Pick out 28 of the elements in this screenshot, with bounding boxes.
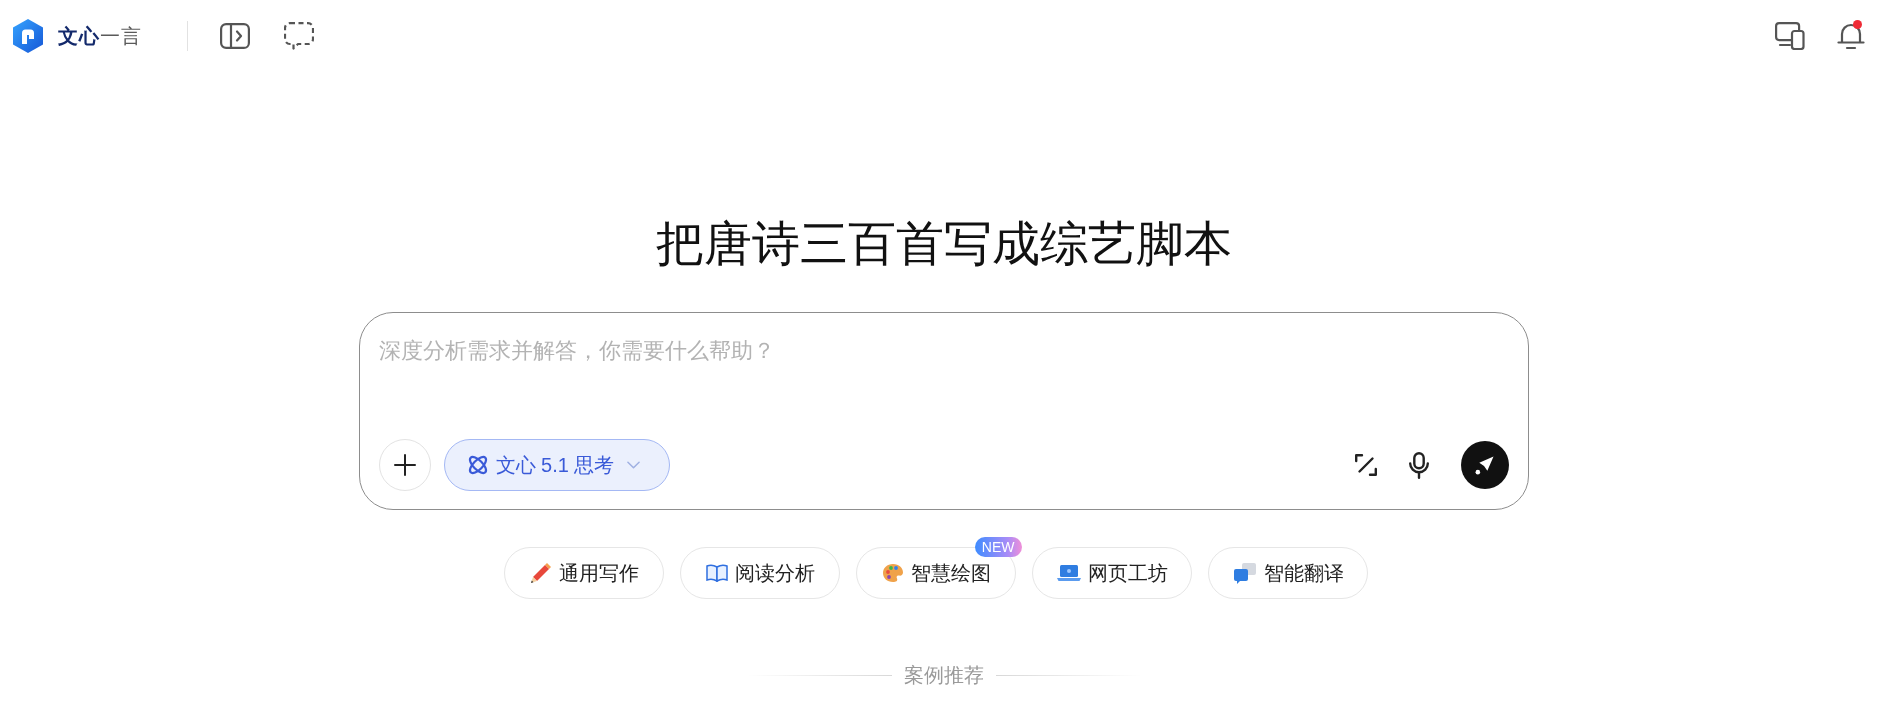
tool-button[interactable]: 通用写作 [503, 547, 664, 599]
tool-button[interactable]: 智能翻译 [1207, 547, 1368, 599]
loops-icon [467, 455, 488, 475]
chat-bubble-icon[interactable] [284, 22, 314, 50]
corner-slash-icon[interactable] [1354, 454, 1377, 476]
plus-icon [393, 454, 416, 476]
feature-badge: NEW [974, 537, 1022, 557]
section-heading: 案例推荐 [903, 663, 984, 688]
translate-icon [1233, 562, 1257, 584]
prompt-field[interactable]: 深度分析需求并解答，你需要什么帮助？ [378, 336, 1509, 431]
monitor-phone-icon[interactable] [1775, 22, 1805, 50]
tool-button[interactable]: 阅读分析 [679, 547, 840, 599]
send-icon [1475, 455, 1494, 475]
model-selector[interactable]: 文心 5.1 思考 [443, 439, 670, 491]
laptop-icon [1057, 564, 1081, 582]
tool-button[interactable]: 网页工坊 [1031, 547, 1192, 599]
chevron-down-icon [627, 461, 641, 469]
send-button[interactable] [1460, 441, 1509, 489]
composer-panel[interactable]: 深度分析需求并解答，你需要什么帮助？ 文心 5.1 思考 [358, 312, 1529, 510]
book-icon [706, 564, 728, 582]
bell-icon[interactable] [1837, 22, 1865, 50]
microphone-icon[interactable] [1408, 451, 1429, 479]
pencil-icon [530, 562, 552, 584]
logo-icon [13, 19, 43, 53]
logo-text: 文心一言 [58, 24, 142, 49]
palette-icon [882, 563, 904, 583]
headline: 把唐诗三百首写成综艺脚本 [655, 216, 1232, 272]
sidebar-icon[interactable] [220, 23, 250, 49]
